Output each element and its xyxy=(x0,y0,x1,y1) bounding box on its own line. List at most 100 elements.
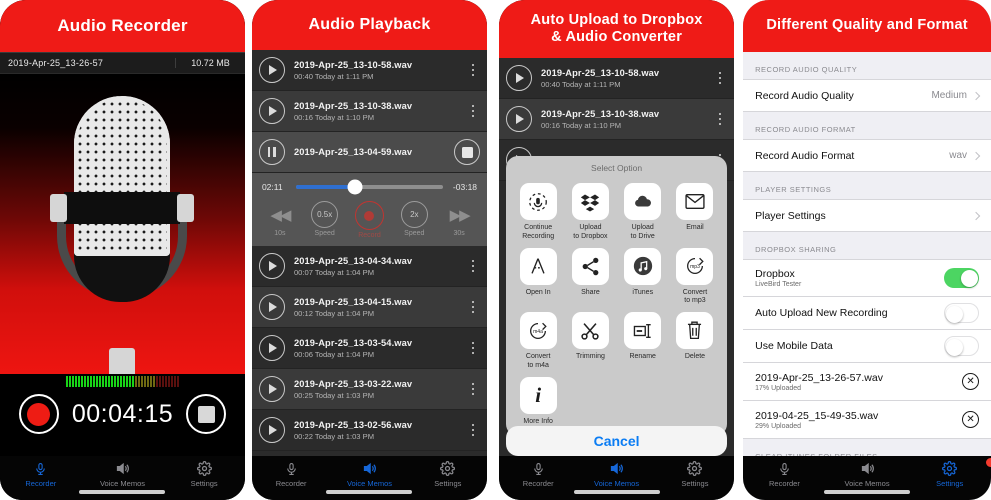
settings-row[interactable]: Record Audio Format wav xyxy=(743,139,991,172)
option-scissors[interactable]: Trimming xyxy=(564,308,616,373)
option-info[interactable]: i More Info xyxy=(512,373,564,429)
option-convert-mp3[interactable]: mp3 Convert to mp3 xyxy=(669,244,721,309)
tab-label: Settings xyxy=(681,479,709,488)
play-button[interactable] xyxy=(258,376,285,402)
option-envelope[interactable]: Email xyxy=(669,179,721,244)
more-options-icon[interactable] xyxy=(466,423,480,437)
stop-button[interactable] xyxy=(186,394,227,434)
recording-row[interactable]: 2019-Apr-25_13-04-15.wav 00:12 Today at 1… xyxy=(251,287,488,328)
recording-row[interactable]: 2019-Apr-25_13-10-58.wav 00:40 Today at 1… xyxy=(499,58,735,99)
option-itunes-music[interactable]: iTunes xyxy=(617,244,669,309)
slider-handle[interactable] xyxy=(347,179,363,195)
pause-button[interactable] xyxy=(258,139,285,165)
settings-row[interactable]: Player Settings xyxy=(743,199,991,232)
option-label: Delete xyxy=(684,353,706,360)
option-open-in[interactable]: Open In xyxy=(512,244,564,309)
option-label: Share xyxy=(581,288,600,296)
dropbox-meta: Dropbox LiveBird Tester xyxy=(755,268,944,288)
cancel-upload-icon[interactable]: ✕ xyxy=(962,411,980,428)
more-options-icon[interactable] xyxy=(466,341,480,355)
option-label: More Info xyxy=(523,417,553,425)
play-button[interactable] xyxy=(506,106,533,132)
speaker-icon xyxy=(826,459,909,478)
play-button[interactable] xyxy=(258,294,285,320)
tab-voice-memos[interactable]: Voice Memos xyxy=(826,459,909,488)
dropbox-account-row[interactable]: Dropbox LiveBird Tester xyxy=(743,259,991,297)
play-button[interactable] xyxy=(258,417,285,443)
setting-toggle[interactable] xyxy=(944,303,980,323)
more-options-icon[interactable] xyxy=(713,71,727,85)
play-button[interactable] xyxy=(258,98,285,124)
level-bar xyxy=(95,375,98,387)
speed-half-icon[interactable]: 0.5x Speed xyxy=(307,201,343,237)
more-options-icon[interactable] xyxy=(466,259,480,273)
recording-row[interactable]: 2019-Apr-25_13-10-38.wav 00:16 Today at 1… xyxy=(499,99,735,140)
dropbox-toggle[interactable] xyxy=(944,268,980,288)
settings-toggle-row[interactable]: Auto Upload New Recording xyxy=(743,297,991,330)
svg-text:mp3: mp3 xyxy=(690,264,700,270)
more-options-icon[interactable] xyxy=(466,104,480,118)
tab-label: Recorder xyxy=(25,479,57,488)
setting-value: Medium xyxy=(931,90,968,101)
recording-row[interactable]: 2019-Apr-25_13-10-38.wav 00:16 Today at 1… xyxy=(251,91,488,132)
recording-row[interactable]: 2019-Apr-25_13-02-56.wav 00:22 Today at 1… xyxy=(251,410,488,451)
forward-icon[interactable]: ▶▶ 30s xyxy=(441,201,477,238)
recording-row[interactable]: 2019-Apr-25_13-04-59.wav xyxy=(251,132,488,173)
level-bar xyxy=(137,375,140,387)
recording-row[interactable]: 2019-Apr-25_13-10-58.wav 00:40 Today at 1… xyxy=(251,50,488,91)
recording-row[interactable]: 2019-Apr-25_13-03-22.wav 00:25 Today at 1… xyxy=(251,369,488,410)
tab-voice-memos[interactable]: Voice Memos xyxy=(330,459,408,488)
phone-settings: Different Quality and Format RECORD AUDI… xyxy=(743,0,991,500)
level-bar xyxy=(128,375,131,387)
setting-toggle[interactable] xyxy=(944,336,980,356)
cancel-upload-icon[interactable]: ✕ xyxy=(962,373,980,390)
stop-button[interactable] xyxy=(454,139,481,165)
sheet-title: Select Option xyxy=(591,163,643,173)
option-convert-m4a[interactable]: m4a Convert to m4a xyxy=(512,308,564,373)
tab-recorder[interactable]: Recorder xyxy=(0,459,82,488)
record-icon[interactable]: Record xyxy=(352,201,388,239)
more-options-icon[interactable] xyxy=(466,300,480,314)
upload-meta: 2019-Apr-25_13-26-57.wav 17% Uploaded xyxy=(755,372,962,392)
play-button[interactable] xyxy=(258,57,285,83)
recording-row[interactable]: 2019-Apr-25_13-04-34.wav 00:07 Today at 1… xyxy=(251,246,488,287)
record-button[interactable] xyxy=(18,394,59,434)
tab-settings[interactable]: Settings xyxy=(656,459,734,488)
settings-toggle-row[interactable]: Use Mobile Data xyxy=(743,330,991,363)
play-button[interactable] xyxy=(258,335,285,361)
option-rename[interactable]: Rename xyxy=(617,308,669,373)
option-dropbox[interactable]: Upload to Dropbox xyxy=(564,179,616,244)
speed-double-icon[interactable]: 2x Speed xyxy=(396,201,432,237)
more-options-icon[interactable] xyxy=(713,112,727,126)
option-continue-recording[interactable]: Continue Recording xyxy=(512,179,564,244)
more-options-icon[interactable] xyxy=(466,63,480,77)
mic-stem xyxy=(109,348,136,374)
level-bar xyxy=(173,375,176,387)
tab-voice-memos[interactable]: Voice Memos xyxy=(577,459,655,488)
microphone-illustration xyxy=(0,74,245,374)
option-cloud-upload[interactable]: Upload to Drive xyxy=(617,179,669,244)
tab-recorder[interactable]: Recorder xyxy=(252,459,330,488)
microphone-icon xyxy=(252,459,330,478)
play-button[interactable] xyxy=(258,253,285,279)
recording-row[interactable]: 2019-Apr-25_13-03-54.wav 00:06 Today at 1… xyxy=(251,328,488,369)
tab-recorder[interactable]: Recorder xyxy=(743,459,826,488)
recording-subtitle: 00:06 Today at 1:04 PM xyxy=(293,349,375,359)
option-share[interactable]: Share xyxy=(564,244,616,309)
option-trash[interactable]: Delete xyxy=(669,308,721,373)
tab-recorder[interactable]: Recorder xyxy=(499,459,577,488)
scissors-icon xyxy=(571,312,609,349)
tab-settings[interactable]: Settings xyxy=(908,457,991,488)
tab-settings[interactable]: Settings xyxy=(409,459,487,488)
tab-voice-memos[interactable]: Voice Memos xyxy=(82,459,164,488)
rewind-icon[interactable]: ◀◀ 10s xyxy=(262,201,298,238)
option-label: Convert to mp3 xyxy=(682,288,708,305)
play-button[interactable] xyxy=(506,65,533,91)
recording-name: 2019-Apr-25_13-04-59.wav xyxy=(293,147,413,157)
cancel-button[interactable]: Cancel xyxy=(506,426,728,456)
settings-row[interactable]: Record Audio Quality Medium xyxy=(743,79,991,112)
seek-slider[interactable] xyxy=(295,179,444,195)
control-label: Speed xyxy=(404,230,425,237)
more-options-icon[interactable] xyxy=(466,382,480,396)
tab-settings[interactable]: Settings xyxy=(163,459,245,488)
